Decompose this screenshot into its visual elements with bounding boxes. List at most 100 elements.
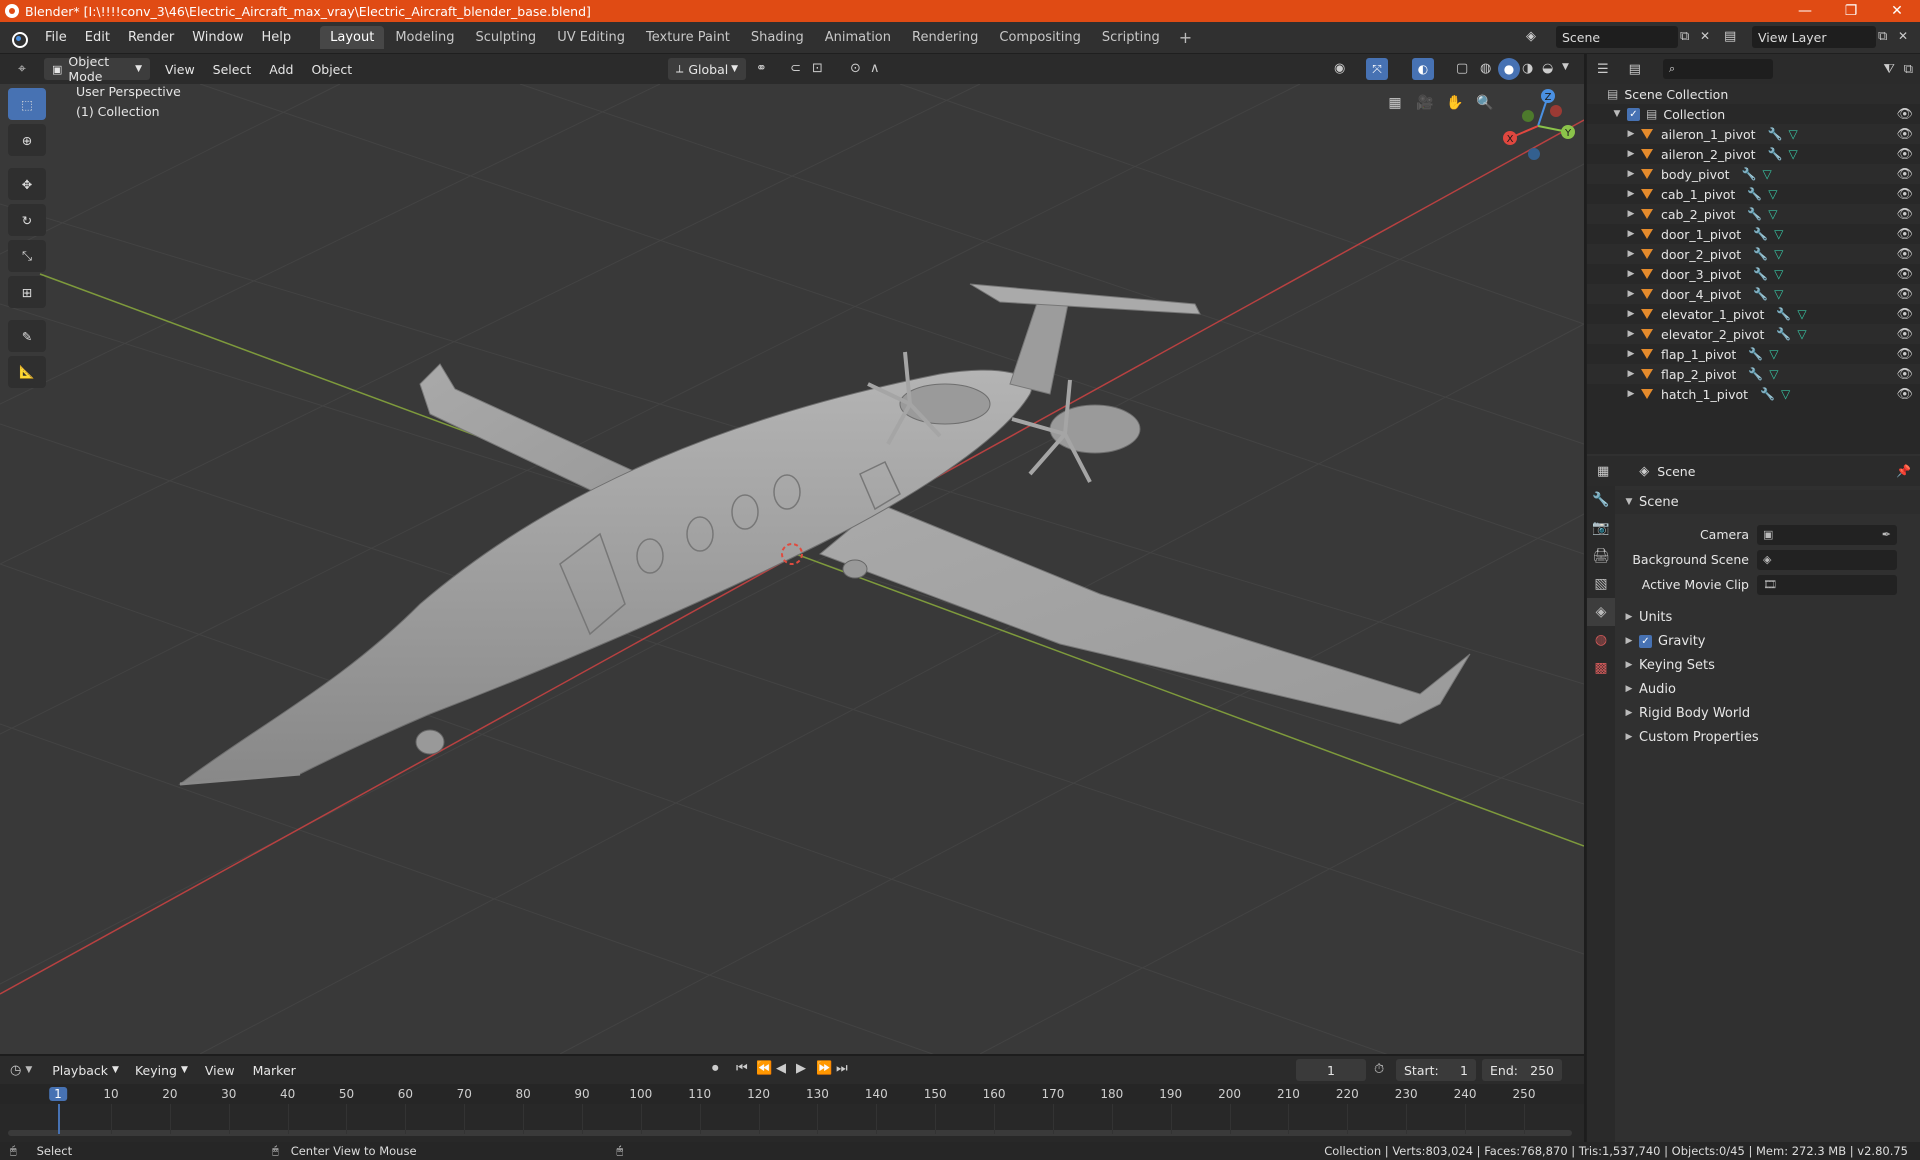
mesh-data-icon[interactable]: ▽ bbox=[1762, 167, 1771, 181]
menu-window[interactable]: Window bbox=[183, 30, 252, 45]
scene-field[interactable]: Scene bbox=[1556, 26, 1678, 48]
camera-field[interactable]: ▣ ✒ bbox=[1757, 524, 1897, 545]
menu-edit[interactable]: Edit bbox=[76, 30, 119, 45]
expand-arrow-icon[interactable]: ▶ bbox=[1625, 169, 1637, 179]
gizmo-toggle-icon[interactable]: ⤧ bbox=[1366, 58, 1388, 80]
rotate-tool[interactable]: ↻ bbox=[8, 204, 46, 236]
maximize-button[interactable]: ❐ bbox=[1828, 0, 1874, 22]
mesh-data-icon[interactable]: ▽ bbox=[1774, 247, 1783, 261]
timeline-editor-icon[interactable]: ◷ bbox=[10, 1063, 21, 1078]
outliner-row-scene-collection[interactable]: ▤ Scene Collection bbox=[1587, 84, 1920, 104]
mesh-data-icon[interactable]: ▽ bbox=[1769, 347, 1778, 361]
material-shading-icon[interactable]: ◑ bbox=[1522, 61, 1533, 76]
chevron-down-icon[interactable]: ▼ bbox=[25, 1065, 32, 1075]
expand-arrow-icon[interactable]: ▶ bbox=[1625, 269, 1637, 279]
mesh-data-icon[interactable]: ▽ bbox=[1774, 267, 1783, 281]
new-view-layer-icon[interactable]: ⧉ bbox=[1878, 29, 1887, 44]
expand-arrow-icon[interactable]: ▶ bbox=[1625, 129, 1637, 139]
modifier-wrench-icon[interactable]: 🔧 bbox=[1776, 327, 1791, 341]
mesh-data-icon[interactable]: ▽ bbox=[1789, 147, 1798, 161]
timeline-ruler[interactable]: 1 10 20 30 40 50 60 70 80 90 100 110 120 130 140 150 160… bbox=[0, 1084, 1584, 1104]
outliner-row-cab-1-pivot[interactable]: ▶ cab_1_pivot 🔧 ▽ 👁 bbox=[1587, 184, 1920, 204]
timeline-menu-marker[interactable]: Marker bbox=[244, 1063, 305, 1078]
aircraft-model[interactable] bbox=[178, 283, 1471, 786]
expand-arrow-icon[interactable]: ▶ bbox=[1625, 209, 1637, 219]
overlay-toggle-icon[interactable]: ◐ bbox=[1412, 58, 1434, 80]
tab-rendering[interactable]: Rendering bbox=[902, 26, 988, 49]
tab-output[interactable]: 🖨 bbox=[1587, 542, 1615, 570]
panel-audio[interactable]: ▶ Audio bbox=[1615, 677, 1920, 701]
tab-shading[interactable]: Shading bbox=[741, 26, 814, 49]
modifier-wrench-icon[interactable]: 🔧 bbox=[1748, 347, 1763, 361]
eye-icon[interactable]: 👁 bbox=[1896, 267, 1913, 282]
outliner-row-flap-2-pivot[interactable]: ▶ flap_2_pivot 🔧 ▽ 👁 bbox=[1587, 364, 1920, 384]
menu-help[interactable]: Help bbox=[253, 30, 301, 45]
view-layer-icon[interactable]: ▤ bbox=[1724, 29, 1736, 44]
current-frame-indicator[interactable]: 1 bbox=[49, 1087, 67, 1101]
outliner-row-hatch-1-pivot[interactable]: ▶ hatch_1_pivot 🔧 ▽ 👁 bbox=[1587, 384, 1920, 404]
proportional-edit-icon[interactable]: ⊙ bbox=[850, 61, 861, 76]
3d-viewport[interactable]: ⬚ ⊕ ✥ ↻ ⤡ ⊞ ✎ 📐 User Perspective (1) Col… bbox=[0, 84, 1584, 1054]
tab-sculpting[interactable]: Sculpting bbox=[465, 26, 546, 49]
expand-arrow-icon[interactable]: ▶ bbox=[1625, 329, 1637, 339]
scene-selector-icon[interactable]: ◈ bbox=[1526, 29, 1536, 44]
modifier-wrench-icon[interactable]: 🔧 bbox=[1776, 307, 1791, 321]
transform-orientation-dropdown[interactable]: ⟂ Global ▼ bbox=[668, 58, 746, 80]
remove-view-layer-icon[interactable]: ✕ bbox=[1898, 29, 1908, 43]
zoom-icon[interactable]: 🔍 bbox=[1472, 90, 1498, 116]
expand-arrow-icon[interactable]: ▶ bbox=[1625, 309, 1637, 319]
play-icon[interactable]: ▶ bbox=[796, 1061, 806, 1076]
mesh-data-icon[interactable]: ▽ bbox=[1789, 127, 1798, 141]
panel-units[interactable]: ▶ Units bbox=[1615, 605, 1920, 629]
minimize-button[interactable]: — bbox=[1782, 0, 1828, 22]
current-frame-field[interactable]: 1 bbox=[1296, 1059, 1366, 1081]
eyedropper-icon[interactable]: ✒ bbox=[1882, 528, 1891, 541]
expand-arrow-icon[interactable]: ▶ bbox=[1625, 369, 1637, 379]
eye-icon[interactable]: 👁 bbox=[1896, 207, 1913, 222]
modifier-wrench-icon[interactable]: 🔧 bbox=[1753, 287, 1768, 301]
tab-modeling[interactable]: Modeling bbox=[385, 26, 464, 49]
cursor-tool[interactable]: ⊕ bbox=[8, 124, 46, 156]
select-box-tool[interactable]: ⬚ bbox=[8, 88, 46, 120]
eye-icon[interactable]: 👁 bbox=[1896, 307, 1913, 322]
modifier-wrench-icon[interactable]: 🔧 bbox=[1753, 247, 1768, 261]
display-mode-icon[interactable]: ▤ bbox=[1629, 62, 1641, 77]
menu-file[interactable]: File bbox=[36, 30, 76, 45]
outliner-row-elevator-2-pivot[interactable]: ▶ elevator_2_pivot 🔧 ▽ 👁 bbox=[1587, 324, 1920, 344]
pin-icon[interactable]: 📌 bbox=[1896, 464, 1911, 478]
pan-hand-icon[interactable]: ✋ bbox=[1442, 90, 1468, 116]
tab-texture[interactable]: ▩ bbox=[1587, 654, 1615, 682]
tab-scene[interactable]: ◈ bbox=[1587, 598, 1615, 626]
eye-icon[interactable]: 👁 bbox=[1896, 247, 1913, 262]
eye-icon[interactable]: 👁 bbox=[1896, 147, 1913, 162]
proportional-falloff-icon[interactable]: ∧ bbox=[870, 61, 880, 76]
rendered-shading-icon[interactable]: ◒ bbox=[1542, 61, 1553, 76]
tab-render[interactable]: 📷 bbox=[1587, 514, 1615, 542]
start-frame-field[interactable]: Start: 1 bbox=[1396, 1059, 1476, 1081]
outliner-editor-icon[interactable]: ☰ bbox=[1597, 62, 1609, 77]
jump-start-icon[interactable]: ⏮ bbox=[736, 1061, 748, 1076]
menu-add[interactable]: Add bbox=[260, 62, 302, 77]
eye-icon[interactable]: 👁 bbox=[1896, 167, 1913, 182]
modifier-wrench-icon[interactable]: 🔧 bbox=[1760, 387, 1775, 401]
modifier-wrench-icon[interactable]: 🔧 bbox=[1768, 147, 1783, 161]
tab-layout[interactable]: Layout bbox=[320, 26, 385, 49]
panel-keying-sets[interactable]: ▶ Keying Sets bbox=[1615, 653, 1920, 677]
object-mode-dropdown[interactable]: ▣ Object Mode ▼ bbox=[44, 54, 150, 84]
modifier-wrench-icon[interactable]: 🔧 bbox=[1768, 127, 1783, 141]
modifier-wrench-icon[interactable]: 🔧 bbox=[1742, 167, 1757, 181]
tab-compositing[interactable]: Compositing bbox=[989, 26, 1091, 49]
tab-view-layer[interactable]: ▧ bbox=[1587, 570, 1615, 598]
mesh-data-icon[interactable]: ▽ bbox=[1797, 307, 1806, 321]
play-reverse-icon[interactable]: ◀ bbox=[776, 1061, 786, 1076]
outliner-row-elevator-1-pivot[interactable]: ▶ elevator_1_pivot 🔧 ▽ 👁 bbox=[1587, 304, 1920, 324]
solid-shading-icon[interactable]: ● bbox=[1498, 58, 1520, 80]
timeline-scrollbar[interactable] bbox=[8, 1130, 1572, 1136]
outliner-row-door-1-pivot[interactable]: ▶ door_1_pivot 🔧 ▽ 👁 bbox=[1587, 224, 1920, 244]
eye-icon[interactable]: 👁 bbox=[1896, 187, 1913, 202]
mesh-data-icon[interactable]: ▽ bbox=[1768, 187, 1777, 201]
visibility-icon[interactable]: ◉ bbox=[1334, 61, 1345, 76]
panel-rigid-body-world[interactable]: ▶ Rigid Body World bbox=[1615, 701, 1920, 725]
editor-type-icon[interactable]: ⌖ bbox=[10, 61, 34, 77]
expand-arrow-icon[interactable]: ▶ bbox=[1625, 289, 1637, 299]
